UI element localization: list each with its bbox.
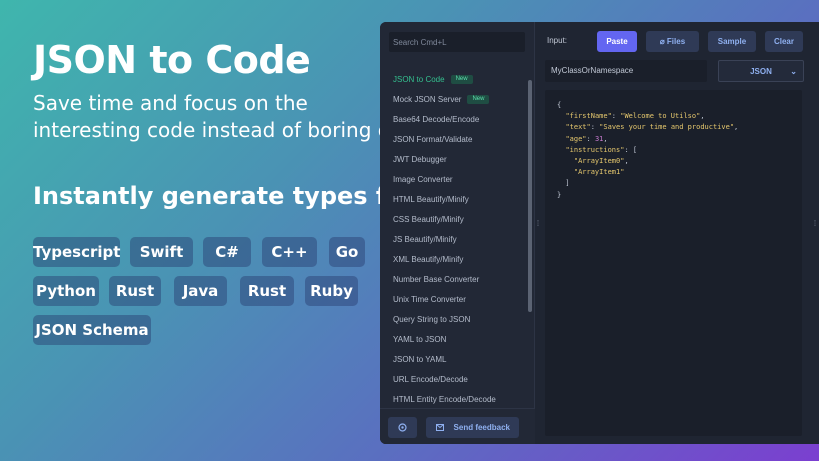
sidebar-footer: Send feedback bbox=[380, 408, 535, 444]
chevron-down-icon: ⌄ bbox=[790, 67, 797, 76]
gear-icon bbox=[398, 423, 407, 432]
hero-title: JSON to Code bbox=[33, 38, 311, 82]
language-chip: Typescript bbox=[33, 237, 120, 267]
sidebar-item-xml-beautify[interactable]: XML Beautify/Minify bbox=[380, 250, 525, 270]
new-badge: New bbox=[450, 75, 473, 85]
sidebar-item-jwt-debugger[interactable]: JWT Debugger bbox=[380, 150, 525, 170]
sidebar-item-url-encode[interactable]: URL Encode/Decode bbox=[380, 370, 525, 390]
hero-subtitle-line-2: interesting code instead of boring one bbox=[33, 118, 416, 142]
sidebar-item-js-beautify[interactable]: JS Beautify/Minify bbox=[380, 230, 525, 250]
sidebar-item-label: Mock JSON Server bbox=[393, 95, 462, 104]
language-select[interactable]: JSON ⌄ bbox=[718, 60, 804, 82]
sidebar-item-json-format[interactable]: JSON Format/Validate bbox=[380, 130, 525, 150]
code-line: "ArrayItem0", bbox=[573, 157, 629, 166]
input-label: Input: bbox=[547, 36, 568, 45]
sidebar-item-unix-time[interactable]: Unix Time Converter bbox=[380, 290, 525, 310]
files-label: Files bbox=[666, 37, 686, 46]
hero-subtitle: Save time and focus on the interesting c… bbox=[33, 90, 416, 144]
tool-menu: JSON to Code New Mock JSON Server New Base… bbox=[380, 70, 525, 410]
sidebar-item-css-beautify[interactable]: CSS Beautify/Minify bbox=[380, 210, 525, 230]
app-window: JSON to Code New Mock JSON Server New Base… bbox=[380, 22, 819, 444]
sidebar-item-query-string[interactable]: Query String to JSON bbox=[380, 310, 525, 330]
paste-button[interactable]: Paste bbox=[597, 31, 637, 52]
language-chip: Rust bbox=[109, 276, 161, 306]
search-input[interactable] bbox=[389, 32, 525, 52]
language-chip: Java bbox=[174, 276, 227, 306]
sidebar-scrollbar[interactable] bbox=[528, 80, 532, 312]
settings-button[interactable] bbox=[388, 417, 417, 438]
clear-button[interactable]: Clear bbox=[765, 31, 803, 52]
code-line: ] bbox=[557, 179, 570, 188]
feedback-label: Send feedback bbox=[453, 423, 510, 432]
json-editor[interactable]: { "firstName": "Welcome to Utilso", "tex… bbox=[545, 90, 802, 436]
files-button[interactable]: ⌀ Files bbox=[646, 31, 699, 52]
code-line: } bbox=[557, 190, 562, 199]
code-line: "firstName": "Welcome to Utilso", bbox=[565, 112, 705, 121]
code-line: { bbox=[557, 101, 562, 109]
language-select-value: JSON bbox=[750, 67, 772, 76]
language-chip: C# bbox=[203, 237, 251, 267]
code-line: "instructions": [ bbox=[565, 145, 638, 154]
main-panel: Input: Paste ⌀ Files Sample Clear MyClas… bbox=[536, 22, 819, 444]
language-chip: Rust bbox=[240, 276, 294, 306]
sidebar-item-label: JSON to Code bbox=[393, 75, 445, 84]
language-chip: JSON Schema bbox=[33, 315, 151, 345]
language-chip: Go bbox=[329, 237, 365, 267]
code-line: "ArrayItem1" bbox=[573, 168, 625, 177]
namespace-input[interactable]: MyClassOrNamespace bbox=[545, 60, 707, 82]
sidebar-item-yaml-to-json[interactable]: YAML to JSON bbox=[380, 330, 525, 350]
language-chip: Swift bbox=[130, 237, 193, 267]
sidebar: JSON to Code New Mock JSON Server New Base… bbox=[380, 22, 535, 444]
sidebar-item-html-beautify[interactable]: HTML Beautify/Minify bbox=[380, 190, 525, 210]
paperclip-icon: ⌀ bbox=[659, 37, 667, 46]
language-chip: C++ bbox=[262, 237, 317, 267]
language-chip: Ruby bbox=[305, 276, 358, 306]
code-line: "text": "Saves your time and productive"… bbox=[565, 123, 739, 132]
mail-icon bbox=[436, 424, 444, 431]
sidebar-item-image-converter[interactable]: Image Converter bbox=[380, 170, 525, 190]
sidebar-item-json-to-code[interactable]: JSON to Code New bbox=[380, 70, 525, 90]
new-badge: New bbox=[467, 95, 490, 105]
sidebar-item-html-entity[interactable]: HTML Entity Encode/Decode bbox=[380, 390, 525, 410]
hero-subtitle-line-1: Save time and focus on the bbox=[33, 91, 308, 115]
sample-button[interactable]: Sample bbox=[708, 31, 756, 52]
send-feedback-button[interactable]: Send feedback bbox=[426, 417, 519, 438]
sidebar-item-json-to-yaml[interactable]: JSON to YAML bbox=[380, 350, 525, 370]
sidebar-item-mock-json-server[interactable]: Mock JSON Server New bbox=[380, 90, 525, 110]
language-chip: Python bbox=[33, 276, 99, 306]
sidebar-item-number-base[interactable]: Number Base Converter bbox=[380, 270, 525, 290]
types-title: Instantly generate types for bbox=[33, 182, 415, 210]
code-line: "age": 31, bbox=[565, 134, 608, 143]
sidebar-item-base64[interactable]: Base64 Decode/Encode bbox=[380, 110, 525, 130]
